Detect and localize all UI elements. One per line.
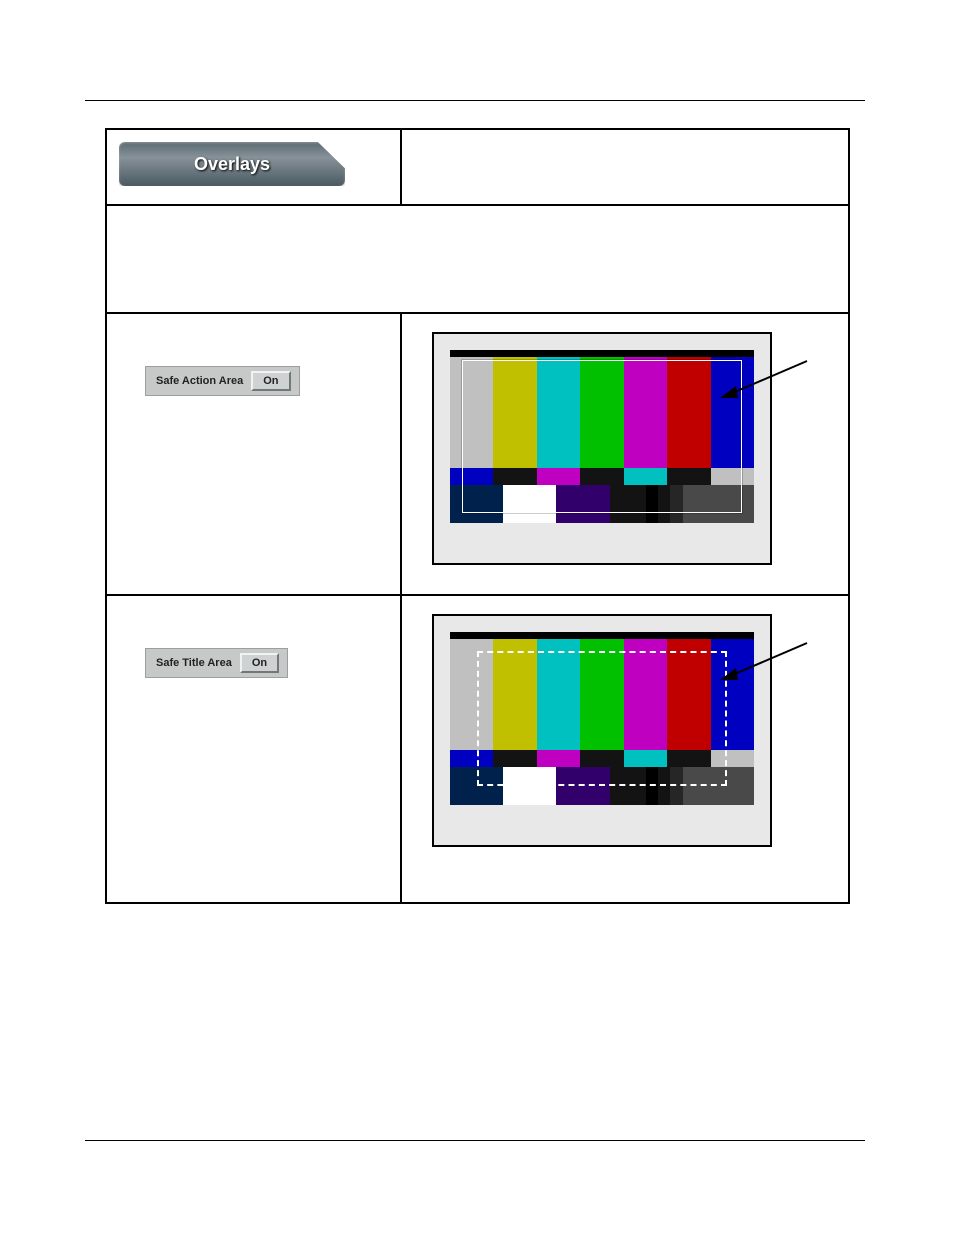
top-divider [85,100,865,101]
overlays-tab-label: Overlays [194,154,270,175]
safe-title-cell-left: Safe Title Area On [107,596,402,902]
description-cell [107,206,848,312]
safe-action-row: Safe Action Area On [107,312,848,594]
safe-title-label: Safe Title Area [156,657,232,669]
header-cell-left: Overlays [107,130,402,204]
safe-action-cell-right [402,314,848,594]
safe-action-toggle: Safe Action Area On [145,366,300,396]
bottom-divider [85,1140,865,1141]
safe-title-cell-right [402,596,848,902]
safe-action-label: Safe Action Area [156,375,243,387]
overlays-tab[interactable]: Overlays [119,142,345,186]
header-row: Overlays [107,130,848,204]
description-row [107,204,848,312]
safe-action-preview [432,332,772,565]
safe-title-button[interactable]: On [240,653,279,673]
overlays-table: Overlays Safe Action Area On [105,128,850,904]
safe-action-cell-left: Safe Action Area On [107,314,402,594]
color-bars [450,350,754,523]
safe-action-button[interactable]: On [251,371,290,391]
header-cell-right [402,130,848,204]
safe-title-toggle: Safe Title Area On [145,648,288,678]
safe-title-row: Safe Title Area On [107,594,848,902]
safe-title-preview [432,614,772,847]
color-bars [450,632,754,805]
